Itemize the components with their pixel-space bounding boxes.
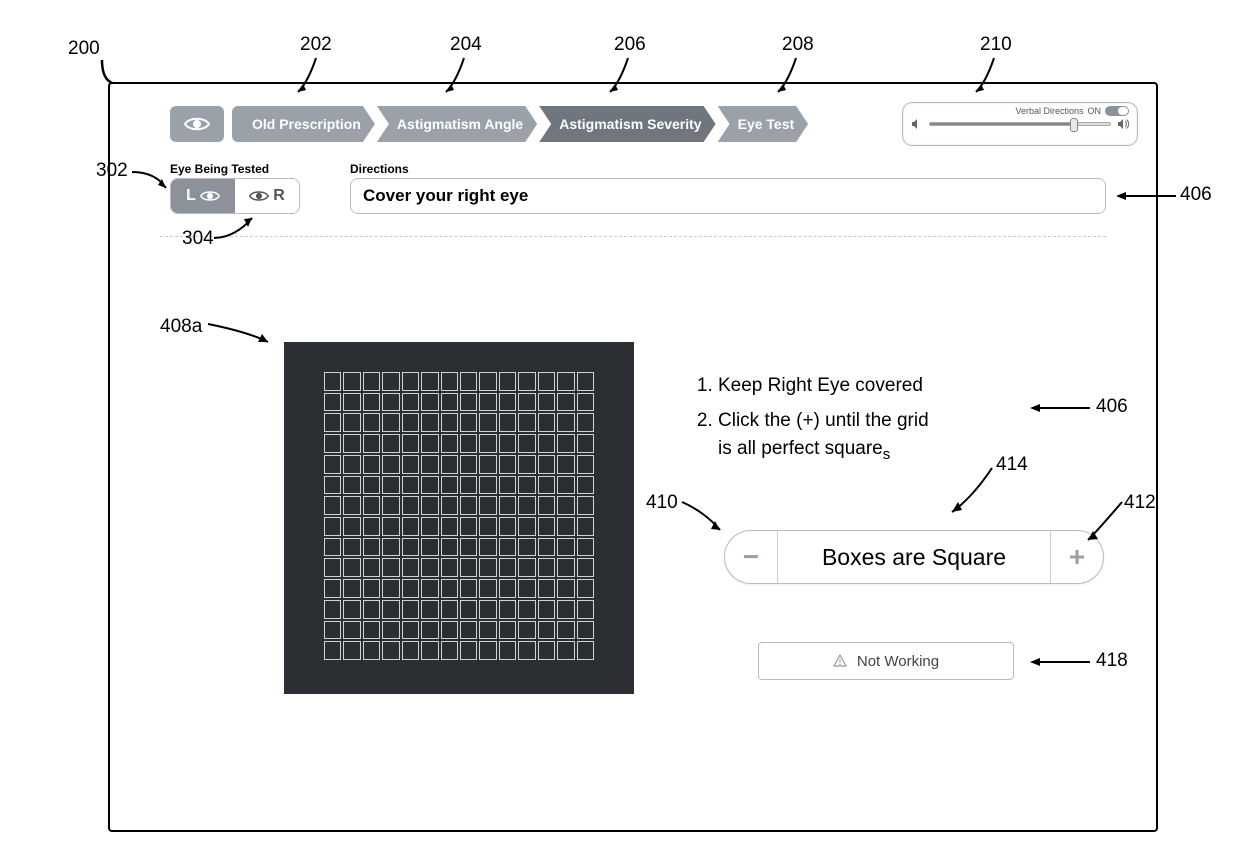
eye-left-letter: L	[186, 187, 196, 205]
callout-406-directions: 406	[1180, 184, 1212, 206]
divider	[160, 236, 1106, 237]
callout-412: 412	[1124, 492, 1156, 514]
verbal-title: Verbal Directions	[1015, 106, 1083, 116]
navstep-old-prescription[interactable]: Old Prescription	[232, 106, 375, 142]
instruction-item-1: Keep Right Eye covered	[718, 372, 1050, 401]
callout-410: 410	[646, 492, 678, 514]
directions-text-box: Cover your right eye	[350, 178, 1106, 214]
grid-stimulus	[284, 342, 634, 694]
eye-icon	[184, 115, 210, 133]
verbal-directions-panel: Verbal Directions ON	[902, 102, 1138, 146]
eye-icon	[200, 189, 220, 203]
navstep-label: Eye Test	[738, 116, 795, 132]
callout-418: 418	[1096, 650, 1128, 672]
speaker-high-icon	[1117, 118, 1129, 130]
callout-204: 204	[450, 34, 482, 56]
stepper-minus-button[interactable]: −	[725, 530, 777, 584]
home-eye-button[interactable]	[170, 106, 224, 142]
callout-302: 302	[96, 160, 128, 182]
callout-406-instructions: 406	[1096, 396, 1128, 418]
volume-slider[interactable]	[929, 122, 1111, 126]
not-working-label: Not Working	[857, 653, 939, 670]
instruction-2b-sub: s	[883, 446, 891, 463]
navstep-astigmatism-severity[interactable]: Astigmatism Severity	[539, 106, 715, 142]
eye-toggle-right[interactable]: R	[235, 179, 299, 213]
callout-408a: 408a	[160, 316, 202, 338]
callout-206: 206	[614, 34, 646, 56]
eye-right-letter: R	[273, 187, 285, 205]
instruction-2a: Click the (+) until the grid	[718, 410, 929, 431]
callout-208: 208	[782, 34, 814, 56]
verbal-state: ON	[1088, 106, 1102, 116]
navstep-label: Astigmatism Severity	[559, 116, 701, 132]
callout-200: 200	[68, 38, 100, 60]
callout-202: 202	[300, 34, 332, 56]
eye-icon	[249, 189, 269, 203]
navstep-label: Astigmatism Angle	[397, 116, 523, 132]
instruction-2b: is all perfect square	[718, 438, 883, 459]
slider-handle[interactable]	[1070, 118, 1078, 132]
stepper-label: Boxes are Square	[777, 531, 1051, 583]
callout-304: 304	[182, 228, 214, 250]
eye-tested-label: Eye Being Tested	[170, 162, 269, 176]
eye-toggle-left[interactable]: L	[171, 179, 235, 213]
speaker-low-icon	[911, 118, 923, 130]
grid-stepper: − Boxes are Square +	[724, 530, 1104, 584]
warning-icon	[833, 654, 847, 668]
navstep-astigmatism-angle[interactable]: Astigmatism Angle	[377, 106, 537, 142]
grid-inner	[324, 372, 594, 660]
breadcrumb-nav: Old Prescription Astigmatism Angle Astig…	[170, 106, 808, 142]
callout-414: 414	[996, 454, 1028, 476]
directions-label: Directions	[350, 162, 409, 176]
navstep-eye-test[interactable]: Eye Test	[718, 106, 809, 142]
eye-toggle: L R	[170, 178, 300, 214]
verbal-toggle[interactable]	[1105, 106, 1129, 116]
directions-text: Cover your right eye	[363, 186, 528, 206]
not-working-button[interactable]: Not Working	[758, 642, 1014, 680]
callout-210: 210	[980, 34, 1012, 56]
navstep-label: Old Prescription	[252, 116, 361, 132]
